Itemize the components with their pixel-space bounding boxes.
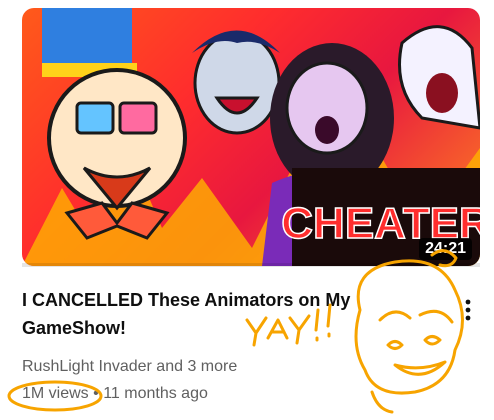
thumbnail-artwork: CHEATER (22, 8, 480, 266)
channel-name[interactable]: RushLight Invader and 3 more (22, 358, 237, 376)
video-thumbnail[interactable]: CHEATER 24:21 (22, 8, 480, 266)
view-count: 1M views (22, 385, 89, 402)
watch-progress-bar (22, 263, 480, 267)
meta-separator: • (93, 385, 99, 402)
video-title[interactable]: I CANCELLED These Animators on My GameSh… (22, 286, 442, 342)
video-stats: 1M views • 11 months ago (22, 385, 208, 403)
duration-badge: 24:21 (419, 238, 472, 260)
video-card[interactable]: CHEATER 24:21 I CANCELLED These Animator… (0, 0, 494, 420)
more-actions-button[interactable] (456, 290, 480, 330)
upload-age: 11 months ago (103, 385, 208, 402)
kebab-menu-icon (465, 299, 471, 321)
